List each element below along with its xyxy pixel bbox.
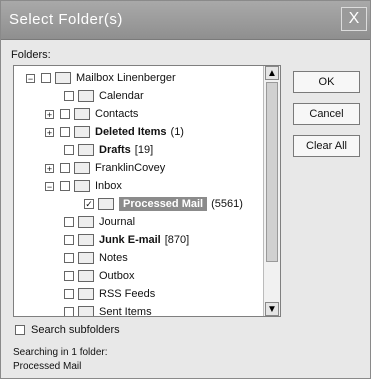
item-count: (5561): [211, 198, 243, 210]
status-line-1: Searching in 1 folder:: [13, 347, 108, 358]
status-line-2: Processed Mail: [13, 361, 82, 372]
tree-label: Processed Mail: [119, 197, 208, 211]
tree-row-deleted-items[interactable]: + Deleted Items (1): [45, 123, 184, 141]
ok-button[interactable]: OK: [293, 71, 360, 93]
checkbox[interactable]: [64, 289, 74, 299]
checkbox[interactable]: [60, 109, 70, 119]
tree-label: RSS Feeds: [99, 288, 156, 300]
title-bar[interactable]: Select Folder(s) X: [1, 1, 370, 40]
select-folders-dialog: Select Folder(s) X Folders: − Mailbox Li…: [0, 0, 371, 379]
checkbox[interactable]: [64, 91, 74, 101]
checkbox[interactable]: [64, 145, 74, 155]
scroll-down-icon[interactable]: ▼: [265, 302, 279, 316]
expand-icon[interactable]: +: [45, 109, 54, 119]
scroll-up-icon[interactable]: ▲: [265, 66, 279, 80]
tree-label: Contacts: [95, 108, 139, 120]
tree-row-sent-items[interactable]: Sent Items: [64, 303, 152, 317]
scroll-thumb[interactable]: [266, 82, 278, 262]
item-count: (1): [170, 126, 184, 138]
tree-row-journal[interactable]: Journal: [64, 213, 135, 231]
collapse-icon[interactable]: −: [26, 73, 35, 83]
folder-icon: [74, 162, 90, 174]
tree-label: Mailbox Linenberger: [76, 72, 176, 84]
mailbox-icon: [55, 72, 71, 84]
tree-label: Notes: [99, 252, 128, 264]
folders-label: Folders:: [11, 49, 51, 61]
checkbox[interactable]: [60, 163, 70, 173]
tree-row-franklincovey[interactable]: + FranklinCovey: [45, 159, 165, 177]
checkbox[interactable]: [64, 217, 74, 227]
tree-label: Outbox: [99, 270, 135, 282]
outbox-icon: [78, 270, 94, 282]
vertical-scrollbar[interactable]: ▲ ▼: [263, 66, 280, 316]
tree-label: Journal: [99, 216, 136, 228]
tree-label: Deleted Items: [95, 126, 167, 138]
tree-label: Sent Items: [99, 306, 152, 317]
checkbox[interactable]: [64, 271, 74, 281]
folder-tree: − Mailbox Linenberger Calendar + Contact…: [13, 65, 281, 317]
tree-row-notes[interactable]: Notes: [64, 249, 128, 267]
tree-row-drafts[interactable]: Drafts [19]: [64, 141, 153, 159]
drafts-icon: [78, 144, 94, 156]
expand-icon[interactable]: +: [45, 127, 54, 137]
dialog-title: Select Folder(s): [9, 11, 123, 28]
close-button[interactable]: X: [341, 7, 367, 31]
item-count: [870]: [164, 234, 190, 246]
folder-icon: [78, 288, 94, 300]
tree-label: Calendar: [99, 90, 144, 102]
checkbox[interactable]: [64, 235, 74, 245]
collapse-icon[interactable]: −: [45, 181, 54, 191]
search-subfolders-label: Search subfolders: [31, 324, 120, 336]
checkbox[interactable]: [64, 307, 74, 316]
tree-label: Inbox: [95, 180, 122, 192]
trash-icon: [74, 126, 90, 138]
clear-all-button[interactable]: Clear All: [293, 135, 360, 157]
tree-row-outbox[interactable]: Outbox: [64, 267, 134, 285]
tree-label: FranklinCovey: [95, 162, 166, 174]
expand-icon[interactable]: +: [45, 163, 54, 173]
checkbox[interactable]: [60, 127, 70, 137]
tree-label: Junk E-mail: [99, 234, 161, 246]
search-subfolders-checkbox[interactable]: [15, 325, 25, 335]
junk-mail-icon: [78, 234, 94, 246]
sent-items-icon: [78, 306, 94, 316]
contacts-icon: [74, 108, 90, 120]
checkbox[interactable]: [41, 73, 51, 83]
tree-row-rss-feeds[interactable]: RSS Feeds: [64, 285, 155, 303]
inbox-icon: [74, 180, 90, 192]
checkbox[interactable]: [64, 253, 74, 263]
folder-icon: [98, 198, 114, 210]
tree-row-contacts[interactable]: + Contacts: [45, 105, 138, 123]
tree-row-processed-mail[interactable]: ✓ Processed Mail (5561): [84, 195, 243, 213]
calendar-icon: [78, 90, 94, 102]
checkbox-checked[interactable]: ✓: [84, 199, 94, 209]
checkbox[interactable]: [60, 181, 70, 191]
tree-label: Drafts: [99, 144, 131, 156]
journal-icon: [78, 216, 94, 228]
tree-row-calendar[interactable]: Calendar: [64, 87, 144, 105]
tree-row-root[interactable]: − Mailbox Linenberger: [26, 69, 176, 87]
notes-icon: [78, 252, 94, 264]
tree-row-junk-email[interactable]: Junk E-mail [870]: [64, 231, 189, 249]
tree-row-inbox[interactable]: − Inbox: [45, 177, 122, 195]
item-count: [19]: [134, 144, 154, 156]
cancel-button[interactable]: Cancel: [293, 103, 360, 125]
search-subfolders-option[interactable]: Search subfolders: [15, 324, 120, 336]
